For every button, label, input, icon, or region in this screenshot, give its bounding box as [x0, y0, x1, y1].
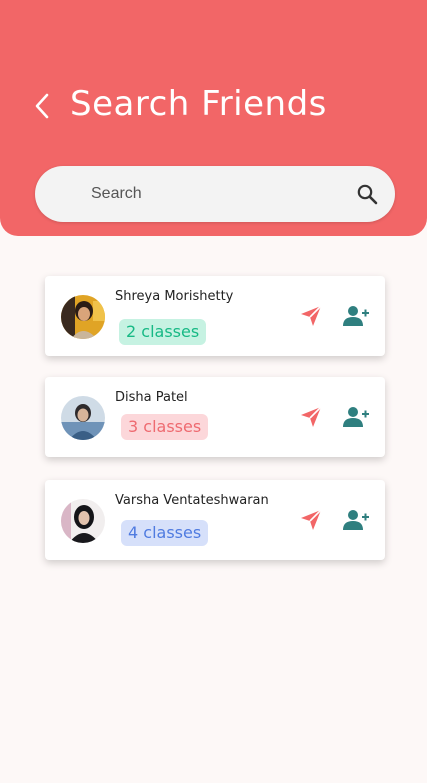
page-title: Search Friends — [70, 84, 327, 124]
header: Search Friends — [0, 0, 427, 236]
classes-badge: 2 classes — [119, 319, 207, 345]
search-bar[interactable] — [35, 166, 395, 222]
friend-name: Varsha Ventateshwaran — [115, 493, 269, 508]
back-button[interactable] — [28, 90, 56, 122]
friend-card[interactable]: Disha Patel 3 classes — [45, 377, 385, 457]
classes-badge: 3 classes — [121, 414, 209, 440]
avatar — [61, 396, 105, 440]
friend-name: Shreya Morishetty — [115, 289, 234, 304]
add-friend-icon[interactable] — [343, 508, 369, 532]
search-icon[interactable] — [355, 182, 379, 206]
friend-card[interactable]: Varsha Ventateshwaran 4 classes — [45, 480, 385, 560]
friend-card[interactable]: Shreya Morishetty 2 classes — [45, 276, 385, 356]
classes-badge: 4 classes — [121, 520, 209, 546]
send-icon[interactable] — [299, 508, 323, 532]
send-icon[interactable] — [299, 304, 323, 328]
add-friend-icon[interactable] — [343, 405, 369, 429]
friend-name: Disha Patel — [115, 390, 188, 405]
chevron-left-icon — [35, 93, 49, 119]
add-friend-icon[interactable] — [343, 304, 369, 328]
avatar — [61, 295, 105, 339]
send-icon[interactable] — [299, 405, 323, 429]
search-input[interactable] — [91, 166, 341, 222]
avatar — [61, 499, 105, 543]
